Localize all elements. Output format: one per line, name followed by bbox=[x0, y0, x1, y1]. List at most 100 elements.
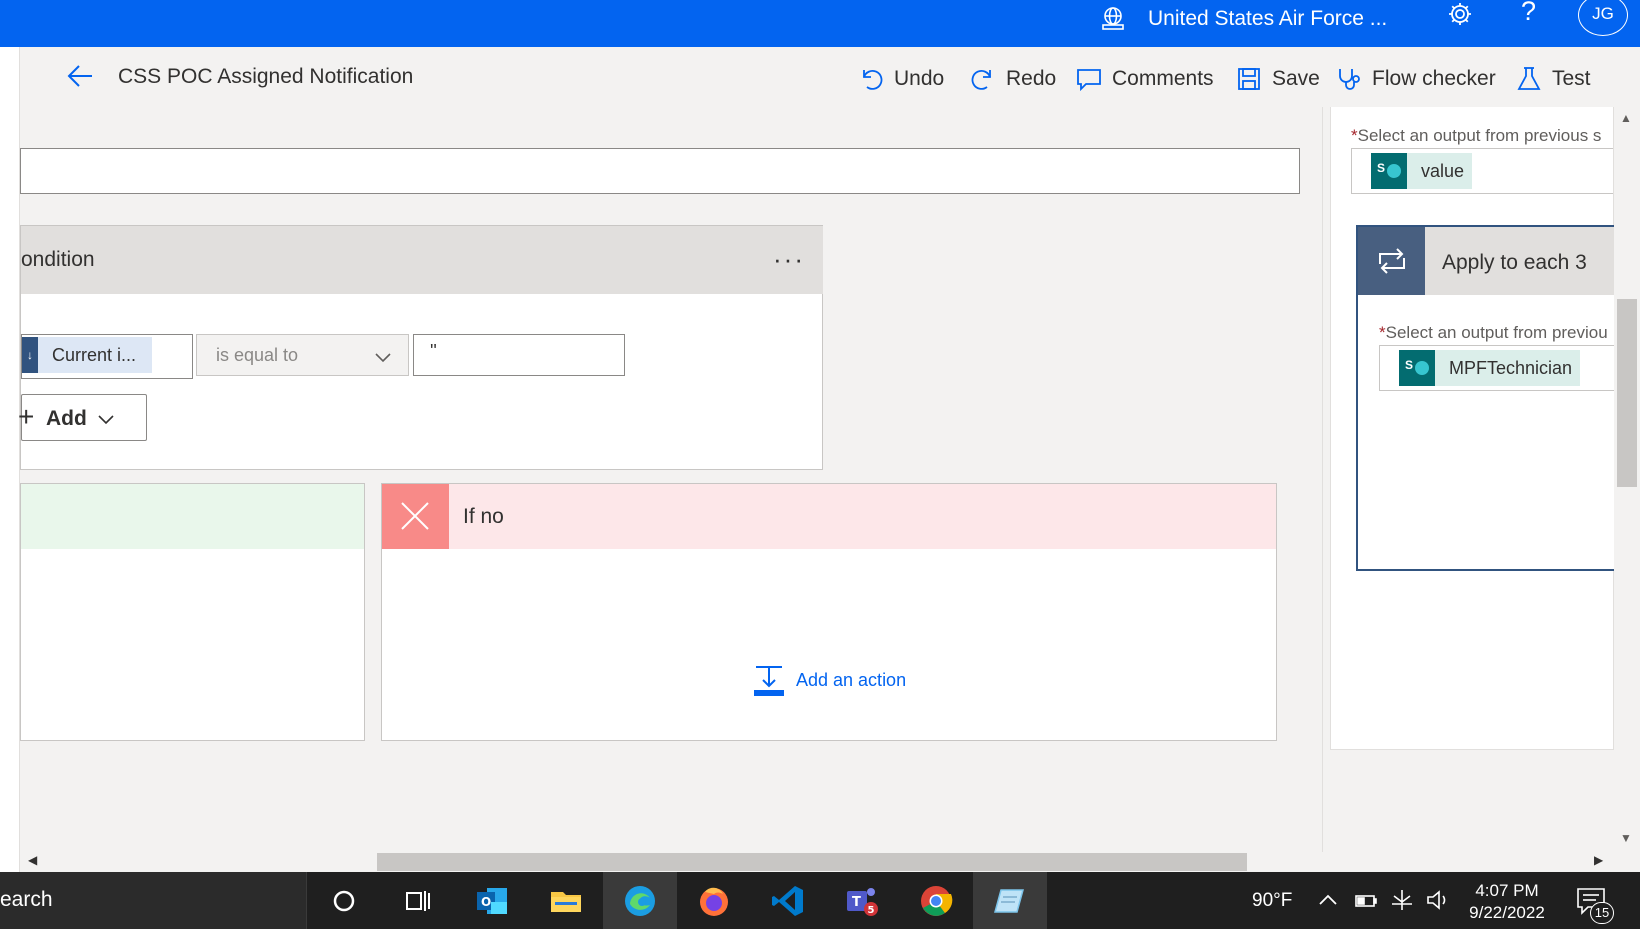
apply-to-each-title: Apply to each 3 bbox=[1442, 251, 1587, 274]
left-edge-strip bbox=[0, 47, 20, 872]
if-yes-header[interactable] bbox=[21, 484, 364, 549]
undo-label: Undo bbox=[894, 67, 945, 90]
operator-value: is equal to bbox=[216, 345, 299, 365]
teams-icon[interactable]: T5 bbox=[825, 872, 899, 929]
comments-button[interactable]: Comments bbox=[1076, 62, 1214, 96]
scroll-down-arrow-icon[interactable]: ▼ bbox=[1620, 831, 1632, 845]
scroll-right-arrow-icon[interactable]: ▶ bbox=[1594, 853, 1603, 867]
horizontal-scrollbar[interactable]: ◀ ▶ bbox=[20, 852, 1614, 872]
previous-step-input[interactable] bbox=[20, 148, 1300, 194]
token-label: Current i... bbox=[52, 344, 137, 365]
settings-gear-icon[interactable] bbox=[1446, 0, 1474, 28]
notepad-app-icon[interactable] bbox=[973, 872, 1047, 929]
undo-icon bbox=[863, 70, 883, 90]
network-icon[interactable] bbox=[1388, 886, 1416, 914]
select-output-input-2[interactable]: S MPFTechnician bbox=[1379, 345, 1614, 391]
volume-icon[interactable] bbox=[1424, 886, 1452, 914]
back-arrow-icon[interactable] bbox=[66, 62, 94, 90]
redo-label: Redo bbox=[1006, 67, 1057, 90]
windows-taskbar: earch O T5 90°F 4:07 PM 9/22/2022 15 bbox=[0, 872, 1640, 929]
plus-icon: + bbox=[18, 401, 35, 432]
clock-date: 9/22/2022 bbox=[1469, 903, 1545, 922]
value-token-label: value bbox=[1421, 160, 1465, 181]
clock-time: 4:07 PM bbox=[1475, 881, 1539, 900]
battery-icon[interactable] bbox=[1352, 886, 1380, 914]
user-avatar[interactable]: JG bbox=[1578, 0, 1628, 36]
loop-token-icon: ↓ bbox=[22, 337, 38, 373]
horizontal-scroll-thumb[interactable] bbox=[377, 853, 1247, 871]
comment-icon bbox=[1077, 69, 1101, 92]
chrome-icon[interactable] bbox=[899, 872, 973, 929]
notification-count-badge: 15 bbox=[1590, 902, 1614, 924]
test-label: Test bbox=[1552, 67, 1591, 90]
select-output-input[interactable]: S value bbox=[1351, 148, 1613, 194]
operand-value: '' bbox=[430, 341, 437, 361]
mpftechnician-token[interactable]: S MPFTechnician bbox=[1399, 350, 1581, 386]
stethoscope-icon bbox=[1339, 69, 1360, 90]
add-action-label: Add an action bbox=[796, 669, 907, 690]
condition-title: ondition bbox=[21, 248, 95, 271]
mpftechnician-token-label: MPFTechnician bbox=[1449, 357, 1573, 378]
save-disk-icon bbox=[1238, 68, 1260, 90]
undo-button[interactable]: Undo bbox=[858, 62, 944, 96]
save-label: Save bbox=[1272, 67, 1320, 90]
environment-globe-icon[interactable] bbox=[1100, 6, 1126, 32]
more-options-icon[interactable]: ··· bbox=[773, 244, 805, 275]
svg-text:O: O bbox=[481, 895, 491, 909]
if-no-icon-box bbox=[382, 484, 449, 549]
if-yes-branch bbox=[20, 483, 365, 741]
top-bar: United States Air Force ... ? JG bbox=[0, 0, 1640, 47]
select-output-label-2: *Select an output from previou bbox=[1379, 323, 1608, 342]
sharepoint-icon: S bbox=[1399, 350, 1435, 386]
dynamic-content-token[interactable]: ↓ Current i... bbox=[22, 337, 152, 373]
chevron-up-icon[interactable] bbox=[1314, 886, 1342, 914]
add-row-button[interactable]: + Add bbox=[18, 394, 147, 441]
file-explorer-icon[interactable] bbox=[529, 872, 603, 929]
condition-header[interactable]: ondition ··· bbox=[21, 226, 823, 294]
loop-icon bbox=[1379, 248, 1405, 274]
test-flask-icon bbox=[1517, 67, 1541, 90]
if-no-title: If no bbox=[463, 505, 504, 528]
cortana-icon[interactable] bbox=[307, 872, 381, 929]
flow-title: CSS POC Assigned Notification bbox=[118, 65, 414, 88]
chevron-down-icon bbox=[375, 353, 391, 363]
taskbar-search-box[interactable]: earch bbox=[0, 872, 307, 929]
weather-temperature[interactable]: 90°F bbox=[1252, 890, 1292, 912]
redo-icon bbox=[971, 70, 991, 90]
search-placeholder: earch bbox=[0, 888, 53, 911]
select-output-label: *Select an output from previous s bbox=[1351, 126, 1602, 145]
help-icon[interactable]: ? bbox=[1521, 0, 1536, 27]
if-no-header[interactable]: If no bbox=[382, 484, 1276, 549]
if-no-branch: If no Add an action bbox=[381, 483, 1277, 741]
firefox-icon[interactable] bbox=[677, 872, 751, 929]
comments-label: Comments bbox=[1112, 67, 1214, 90]
environment-label[interactable]: United States Air Force ... bbox=[1148, 7, 1387, 31]
test-button[interactable]: Test bbox=[1516, 62, 1591, 96]
redo-button[interactable]: Redo bbox=[970, 62, 1056, 96]
apply-to-each-header[interactable]: Apply to each 3 bbox=[1358, 227, 1614, 295]
outlook-icon[interactable]: O bbox=[455, 872, 529, 929]
system-clock[interactable]: 4:07 PM 9/22/2022 bbox=[1462, 880, 1552, 924]
sharepoint-icon: S bbox=[1371, 153, 1407, 189]
operator-dropdown[interactable]: is equal to bbox=[196, 334, 409, 376]
loop-icon-box bbox=[1358, 227, 1425, 295]
condition-left-operand[interactable]: ↓ Current i... bbox=[21, 334, 193, 379]
value-token[interactable]: S value bbox=[1371, 153, 1473, 189]
add-action-icon bbox=[754, 666, 784, 696]
apply-to-each-3-card: Apply to each 3 *Select an output from p… bbox=[1356, 225, 1614, 571]
scroll-up-arrow-icon[interactable]: ▲ bbox=[1620, 111, 1632, 125]
add-an-action-link[interactable]: Add an action bbox=[754, 664, 906, 696]
vertical-scrollbar[interactable]: ▲ ▼ bbox=[1614, 107, 1640, 852]
svg-text:T: T bbox=[852, 895, 861, 910]
vscode-icon[interactable] bbox=[751, 872, 825, 929]
task-view-icon[interactable] bbox=[381, 872, 455, 929]
scroll-left-arrow-icon[interactable]: ◀ bbox=[28, 853, 37, 867]
save-button[interactable]: Save bbox=[1236, 62, 1320, 96]
condition-right-operand[interactable]: '' bbox=[413, 334, 625, 376]
flow-checker-button[interactable]: Flow checker bbox=[1336, 62, 1496, 96]
close-x-icon bbox=[401, 502, 429, 530]
flow-checker-label: Flow checker bbox=[1372, 67, 1496, 90]
edge-browser-icon[interactable] bbox=[603, 872, 677, 929]
teams-badge-count: 5 bbox=[868, 905, 875, 916]
vertical-scroll-thumb[interactable] bbox=[1617, 299, 1637, 487]
